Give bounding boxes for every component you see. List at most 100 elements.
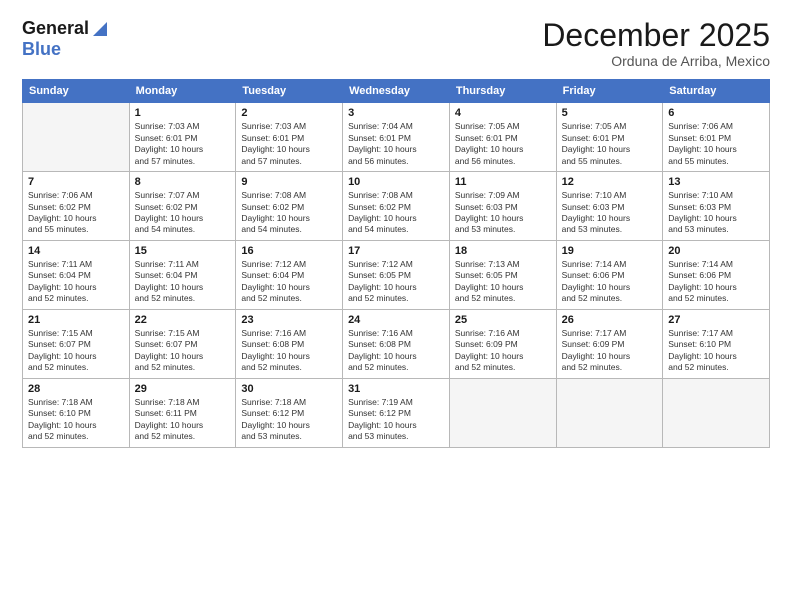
day-detail: Sunrise: 7:14 AMSunset: 6:06 PMDaylight:…	[562, 259, 658, 305]
day-cell: 17 Sunrise: 7:12 AMSunset: 6:05 PMDayligh…	[343, 240, 450, 309]
day-number: 21	[28, 314, 124, 326]
day-cell: 22Sunrise: 7:15 AMSunset: 6:07 PMDayligh…	[129, 309, 236, 378]
day-number: 8	[135, 176, 231, 188]
day-cell: 28 Sunrise: 7:18 AMSunset: 6:10 PMDayligh…	[23, 378, 130, 447]
day-cell: 13Sunrise: 7:10 AMSunset: 6:03 PMDayligh…	[663, 172, 770, 241]
calendar-header-row: SundayMondayTuesdayWednesdayThursdayFrid…	[23, 80, 770, 103]
day-cell: 3 Sunrise: 7:04 AMSunset: 6:01 PMDaylight…	[343, 103, 450, 172]
day-cell: 1 Sunrise: 7:03 AMSunset: 6:01 PMDaylight…	[129, 103, 236, 172]
day-cell: 4 Sunrise: 7:05 AMSunset: 6:01 PMDaylight…	[449, 103, 556, 172]
day-number: 5	[562, 107, 658, 119]
day-detail: Sunrise: 7:16 AMSunset: 6:09 PMDaylight:…	[455, 328, 551, 374]
day-number: 3	[348, 107, 444, 119]
day-number: 18	[455, 245, 551, 257]
day-cell: 6Sunrise: 7:06 AMSunset: 6:01 PMDaylight…	[663, 103, 770, 172]
day-number: 28	[28, 383, 124, 395]
header: General Blue December 2025 Orduna de Arr…	[22, 18, 770, 69]
day-cell: 12 Sunrise: 7:10 AMSunset: 6:03 PMDayligh…	[556, 172, 663, 241]
day-detail: Sunrise: 7:05 AMSunset: 6:01 PMDaylight:…	[562, 121, 658, 167]
day-cell: 11 Sunrise: 7:09 AMSunset: 6:03 PMDayligh…	[449, 172, 556, 241]
header-sunday: Sunday	[23, 80, 130, 103]
day-detail: Sunrise: 7:17 AMSunset: 6:09 PMDaylight:…	[562, 328, 658, 374]
day-cell: 14Sunrise: 7:11 AMSunset: 6:04 PMDayligh…	[23, 240, 130, 309]
day-number: 19	[562, 245, 658, 257]
day-cell	[23, 103, 130, 172]
week-row-1: 1 Sunrise: 7:03 AMSunset: 6:01 PMDaylight…	[23, 103, 770, 172]
header-friday: Friday	[556, 80, 663, 103]
day-detail: Sunrise: 7:16 AMSunset: 6:08 PMDaylight:…	[241, 328, 337, 374]
day-cell: 31 Sunrise: 7:19 AMSunset: 6:12 PMDayligh…	[343, 378, 450, 447]
day-cell: 26Sunrise: 7:17 AMSunset: 6:09 PMDayligh…	[556, 309, 663, 378]
page: General Blue December 2025 Orduna de Arr…	[0, 0, 792, 612]
day-cell: 30Sunrise: 7:18 AMSunset: 6:12 PMDayligh…	[236, 378, 343, 447]
day-detail: Sunrise: 7:19 AMSunset: 6:12 PMDaylight:…	[348, 397, 444, 443]
day-number: 4	[455, 107, 551, 119]
day-number: 29	[135, 383, 231, 395]
day-number: 27	[668, 314, 764, 326]
header-tuesday: Tuesday	[236, 80, 343, 103]
day-cell: 9Sunrise: 7:08 AMSunset: 6:02 PMDaylight…	[236, 172, 343, 241]
day-detail: Sunrise: 7:17 AMSunset: 6:10 PMDaylight:…	[668, 328, 764, 374]
week-row-5: 28 Sunrise: 7:18 AMSunset: 6:10 PMDayligh…	[23, 378, 770, 447]
day-cell: 7 Sunrise: 7:06 AMSunset: 6:02 PMDaylight…	[23, 172, 130, 241]
day-cell	[449, 378, 556, 447]
day-cell: 10 Sunrise: 7:08 AMSunset: 6:02 PMDayligh…	[343, 172, 450, 241]
day-number: 1	[135, 107, 231, 119]
day-cell	[663, 378, 770, 447]
day-number: 2	[241, 107, 337, 119]
header-wednesday: Wednesday	[343, 80, 450, 103]
day-cell: 8 Sunrise: 7:07 AMSunset: 6:02 PMDaylight…	[129, 172, 236, 241]
title-block: December 2025 Orduna de Arriba, Mexico	[542, 18, 770, 69]
logo-general: General	[22, 18, 89, 39]
day-detail: Sunrise: 7:15 AMSunset: 6:07 PMDaylight:…	[28, 328, 124, 374]
day-detail: Sunrise: 7:14 AMSunset: 6:06 PMDaylight:…	[668, 259, 764, 305]
day-number: 7	[28, 176, 124, 188]
header-thursday: Thursday	[449, 80, 556, 103]
week-row-2: 7 Sunrise: 7:06 AMSunset: 6:02 PMDaylight…	[23, 172, 770, 241]
day-number: 11	[455, 176, 551, 188]
day-number: 24	[348, 314, 444, 326]
day-detail: Sunrise: 7:04 AMSunset: 6:01 PMDaylight:…	[348, 121, 444, 167]
day-detail: Sunrise: 7:13 AMSunset: 6:05 PMDaylight:…	[455, 259, 551, 305]
day-cell: 27 Sunrise: 7:17 AMSunset: 6:10 PMDayligh…	[663, 309, 770, 378]
day-detail: Sunrise: 7:12 AMSunset: 6:04 PMDaylight:…	[241, 259, 337, 305]
day-cell: 29Sunrise: 7:18 AMSunset: 6:11 PMDayligh…	[129, 378, 236, 447]
day-number: 17	[348, 245, 444, 257]
day-number: 12	[562, 176, 658, 188]
day-detail: Sunrise: 7:11 AMSunset: 6:04 PMDaylight:…	[135, 259, 231, 305]
day-cell: 19 Sunrise: 7:14 AMSunset: 6:06 PMDayligh…	[556, 240, 663, 309]
day-number: 20	[668, 245, 764, 257]
day-detail: Sunrise: 7:08 AMSunset: 6:02 PMDaylight:…	[241, 190, 337, 236]
day-number: 16	[241, 245, 337, 257]
day-cell: 24Sunrise: 7:16 AMSunset: 6:08 PMDayligh…	[343, 309, 450, 378]
day-cell: 23Sunrise: 7:16 AMSunset: 6:08 PMDayligh…	[236, 309, 343, 378]
day-cell: 5 Sunrise: 7:05 AMSunset: 6:01 PMDaylight…	[556, 103, 663, 172]
day-cell: 15Sunrise: 7:11 AMSunset: 6:04 PMDayligh…	[129, 240, 236, 309]
logo-line1: General	[22, 18, 107, 39]
day-number: 31	[348, 383, 444, 395]
day-detail: Sunrise: 7:09 AMSunset: 6:03 PMDaylight:…	[455, 190, 551, 236]
day-detail: Sunrise: 7:08 AMSunset: 6:02 PMDaylight:…	[348, 190, 444, 236]
day-cell: 2 Sunrise: 7:03 AMSunset: 6:01 PMDaylight…	[236, 103, 343, 172]
day-number: 6	[668, 107, 764, 119]
day-detail: Sunrise: 7:18 AMSunset: 6:10 PMDaylight:…	[28, 397, 124, 443]
day-detail: Sunrise: 7:11 AMSunset: 6:04 PMDaylight:…	[28, 259, 124, 305]
week-row-4: 21 Sunrise: 7:15 AMSunset: 6:07 PMDayligh…	[23, 309, 770, 378]
day-detail: Sunrise: 7:12 AMSunset: 6:05 PMDaylight:…	[348, 259, 444, 305]
day-cell: 25 Sunrise: 7:16 AMSunset: 6:09 PMDayligh…	[449, 309, 556, 378]
location: Orduna de Arriba, Mexico	[542, 53, 770, 69]
day-detail: Sunrise: 7:06 AMSunset: 6:02 PMDaylight:…	[28, 190, 124, 236]
day-detail: Sunrise: 7:10 AMSunset: 6:03 PMDaylight:…	[668, 190, 764, 236]
day-cell	[556, 378, 663, 447]
day-detail: Sunrise: 7:03 AMSunset: 6:01 PMDaylight:…	[241, 121, 337, 167]
day-detail: Sunrise: 7:10 AMSunset: 6:03 PMDaylight:…	[562, 190, 658, 236]
day-detail: Sunrise: 7:18 AMSunset: 6:12 PMDaylight:…	[241, 397, 337, 443]
day-number: 10	[348, 176, 444, 188]
day-detail: Sunrise: 7:05 AMSunset: 6:01 PMDaylight:…	[455, 121, 551, 167]
day-number: 25	[455, 314, 551, 326]
day-cell: 16 Sunrise: 7:12 AMSunset: 6:04 PMDayligh…	[236, 240, 343, 309]
day-detail: Sunrise: 7:07 AMSunset: 6:02 PMDaylight:…	[135, 190, 231, 236]
week-row-3: 14Sunrise: 7:11 AMSunset: 6:04 PMDayligh…	[23, 240, 770, 309]
month-title: December 2025	[542, 18, 770, 53]
day-detail: Sunrise: 7:03 AMSunset: 6:01 PMDaylight:…	[135, 121, 231, 167]
